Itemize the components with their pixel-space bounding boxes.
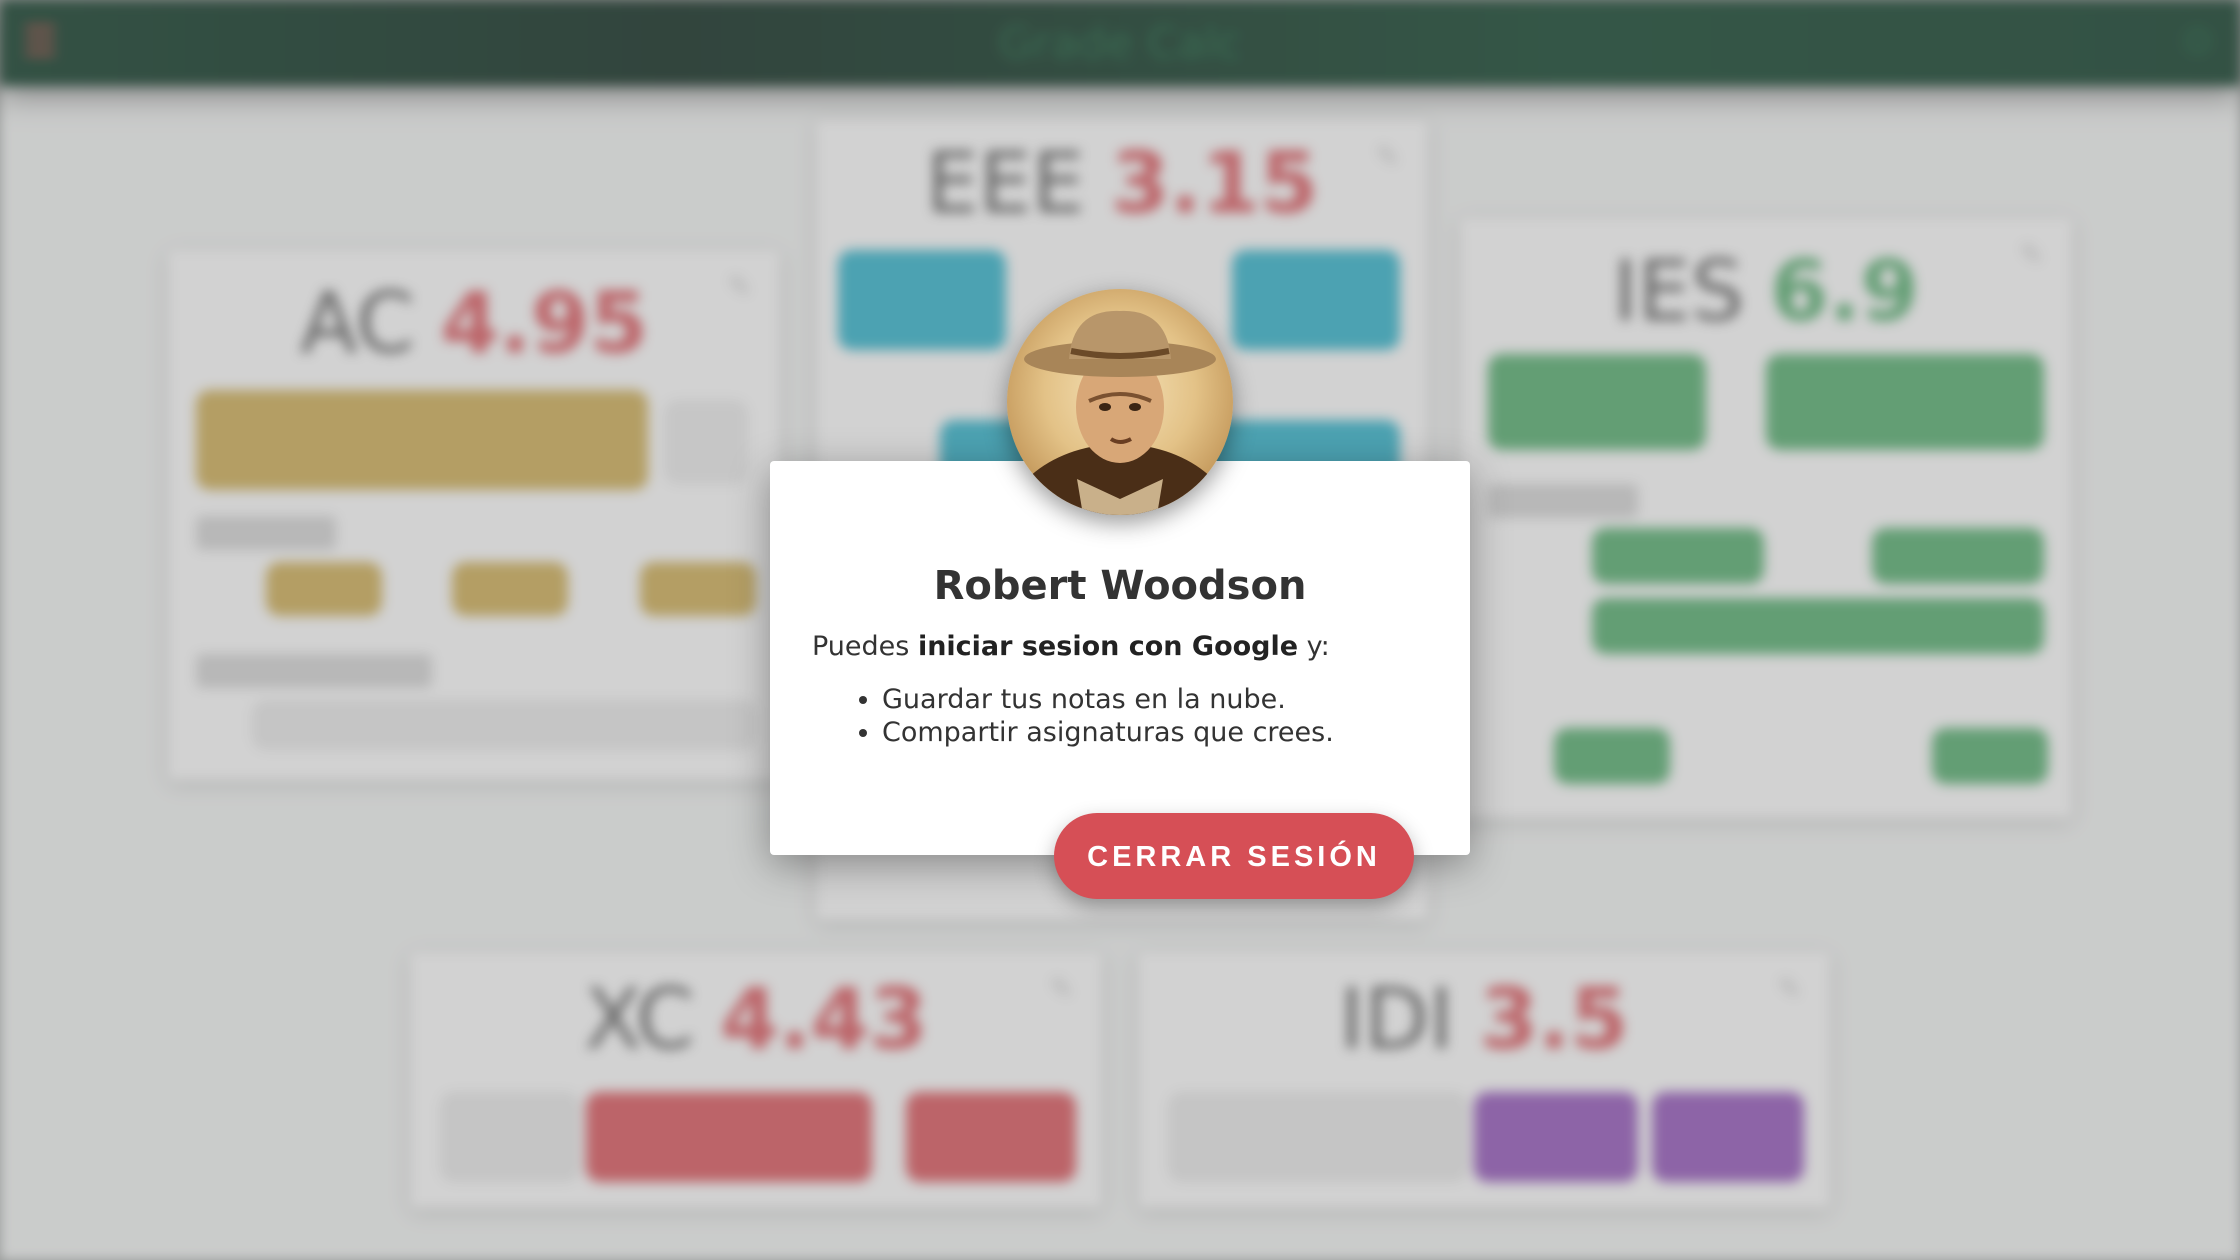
login-intro: Puedes iniciar sesion con Google y: — [812, 631, 1330, 662]
profile-dialog: Robert Woodson Puedes iniciar sesion con… — [770, 461, 1470, 855]
logout-button[interactable]: CERRAR SESIÓN — [1054, 813, 1414, 899]
intro-text: Puedes — [812, 631, 918, 662]
intro-bold-text: iniciar sesion con Google — [917, 631, 1299, 662]
user-name: Robert Woodson — [933, 563, 1307, 609]
list-item: Compartir asignaturas que crees. — [882, 716, 1334, 749]
intro-suffix: y: — [1298, 631, 1330, 662]
list-item: Guardar tus notas en la nube. — [882, 683, 1334, 716]
avatar — [1007, 289, 1233, 515]
feature-list: Guardar tus notas en la nube. Compartir … — [812, 683, 1334, 749]
cowboy-portrait-image — [1007, 310, 1233, 515]
